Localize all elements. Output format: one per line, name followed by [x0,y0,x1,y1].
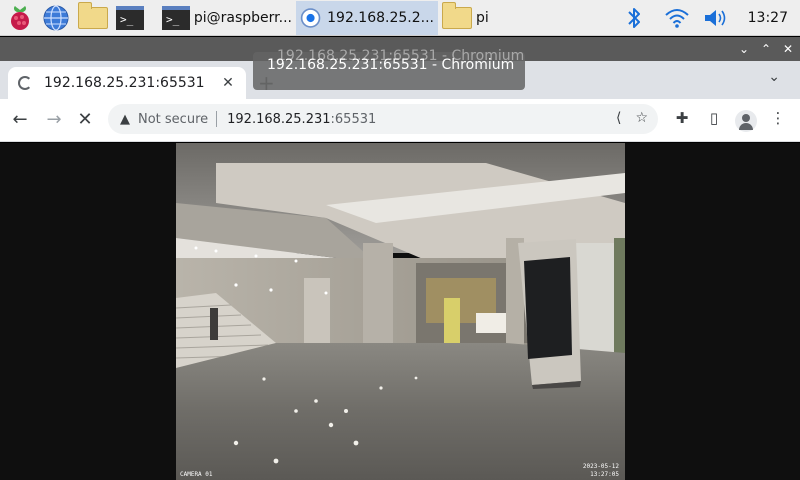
lobby-photo [176,143,625,480]
globe-icon [43,4,69,31]
tab-close-button[interactable]: ✕ [220,75,236,91]
address-bar[interactable]: ▲ Not secure 192.168.25.231:65531 ⟨ ☆ [108,104,658,134]
omnibox-actions: ⟨ ☆ [616,110,648,126]
camera-timestamp-time: 13:27:05 [590,471,619,478]
side-panel-icon[interactable]: ▯ [703,109,725,127]
divider [216,111,218,127]
stop-button[interactable]: ✕ [73,108,97,132]
clock[interactable]: 13:27 [748,10,788,26]
url-port[interactable]: :65531 [331,112,377,127]
url-host[interactable]: 192.168.25.231 [227,112,330,127]
page-content: 2023-05-12 13:27:05 CAMERA 01 [0,143,800,480]
taskbar: >_ >_ pi@raspberr... 192.168.25.2... pi [0,0,800,36]
menu-icon[interactable]: ⋮ [767,109,789,127]
taskbar-task-terminal[interactable]: >_ pi@raspberr... [158,1,296,35]
volume-icon[interactable] [702,7,730,29]
taskbar-task-label: pi@raspberr... [193,9,292,26]
file-manager-launcher[interactable] [78,1,110,34]
forward-button[interactable]: → [42,108,66,132]
raspberry-icon [11,5,29,30]
back-button[interactable]: ← [8,108,32,132]
bookmark-star-icon[interactable]: ☆ [635,110,648,126]
folder-icon [442,1,472,29]
terminal-icon: >_ [162,5,190,30]
tab-search-button[interactable]: ⌄ [768,69,780,85]
share-icon[interactable]: ⟨ [616,110,621,126]
taskbar-task-files[interactable]: pi [438,1,498,35]
folder-icon [78,1,108,29]
tab-title: 192.168.25.231:65531 [44,75,205,91]
taskbar-task-label: 192.168.25.2... [327,9,434,26]
system-tray: 13:27 [624,0,800,36]
terminal-launcher[interactable]: >_ [116,2,148,34]
browser-tab[interactable]: 192.168.25.231:65531 ✕ [8,67,246,99]
bluetooth-icon[interactable] [624,5,644,31]
tooltip: 192.168.25.231:65531 - Chromium 192.168.… [253,48,525,90]
tooltip-text: 192.168.25.231:65531 - Chromium [267,57,515,73]
taskbar-task-chromium[interactable]: 192.168.25.2... [296,0,438,35]
taskbar-task-label: pi [476,9,489,26]
loading-spinner-icon [18,76,32,90]
minimize-button[interactable]: ⌄ [737,42,751,56]
warning-icon[interactable]: ▲ [120,112,130,127]
chromium-icon [300,7,321,28]
extensions-icon[interactable]: ✚ [671,109,693,127]
browser-toolbar: ← → ✕ ▲ Not secure 192.168.25.231:65531 … [0,99,800,142]
close-window-button[interactable]: ✕ [781,42,795,56]
camera-timestamp-date: 2023-05-12 [582,463,619,470]
web-browser-launcher[interactable] [40,2,72,34]
terminal-icon: >_ [116,5,144,30]
maximize-button[interactable]: ⌃ [759,42,773,56]
profile-avatar[interactable] [735,110,757,132]
raspberry-menu-button[interactable] [4,2,36,34]
security-label[interactable]: Not secure [138,112,208,127]
wifi-icon[interactable] [664,7,690,29]
camera-label: CAMERA 01 [180,471,213,478]
camera-stream-image: 2023-05-12 13:27:05 CAMERA 01 [176,143,625,480]
